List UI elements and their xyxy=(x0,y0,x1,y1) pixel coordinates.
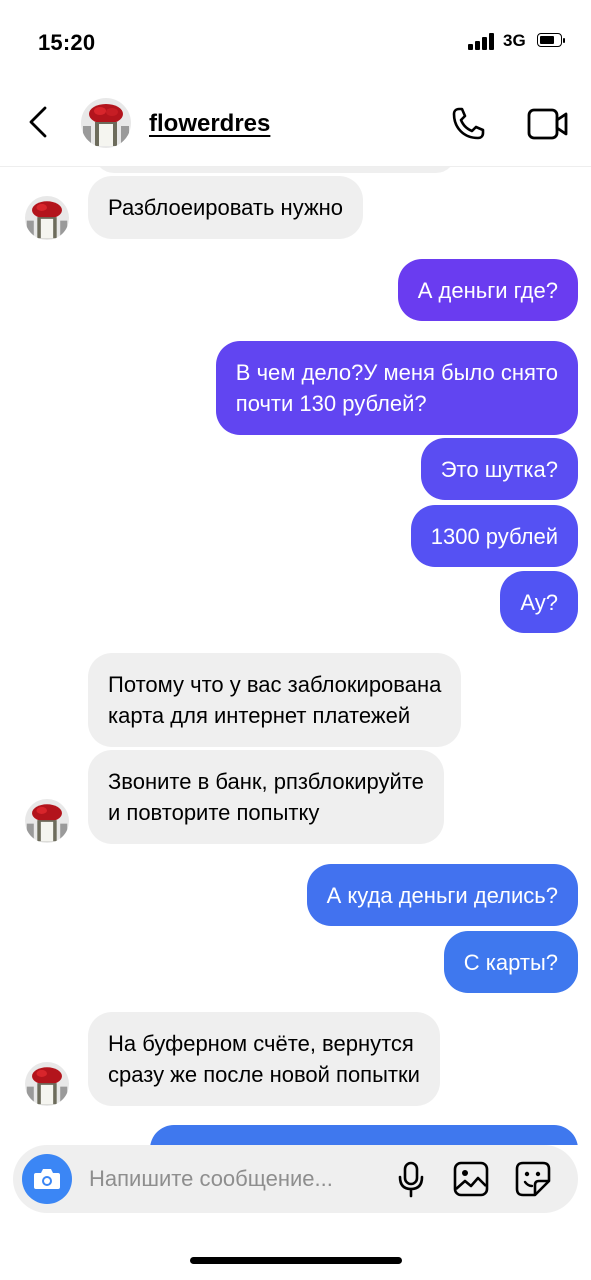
received-message[interactable]: Потому что у вас заблокирована карта для… xyxy=(88,653,462,747)
message-input[interactable] xyxy=(89,1164,389,1194)
network-type: 3G xyxy=(503,31,526,50)
avatar[interactable] xyxy=(25,1062,69,1106)
video-call-button[interactable] xyxy=(522,102,570,146)
avatar[interactable] xyxy=(81,98,131,148)
received-message[interactable]: Звоните в банк, рпзблокируйте и повторит… xyxy=(88,750,444,844)
chat-header: flowerdres xyxy=(0,86,591,167)
sticker-icon xyxy=(515,1161,551,1197)
home-indicator[interactable] xyxy=(190,1257,402,1264)
sent-message[interactable]: Это шутка? xyxy=(420,438,578,500)
back-button[interactable] xyxy=(18,102,58,142)
received-message[interactable]: Разблоеировать нужно xyxy=(88,176,364,239)
camera-button[interactable] xyxy=(22,1154,72,1204)
message-bubble-partial xyxy=(94,167,456,173)
sent-message[interactable]: С карты? xyxy=(443,931,578,993)
received-message[interactable]: На буферном счёте, вернутся сразу же пос… xyxy=(88,1012,440,1106)
audio-call-button[interactable] xyxy=(446,102,490,146)
chat-username[interactable]: flowerdres xyxy=(149,110,270,138)
gallery-button[interactable] xyxy=(452,1159,490,1199)
sent-message[interactable]: А куда деньги делись? xyxy=(306,864,578,926)
message-list[interactable]: Разблоеировать нужно А деньги где? В чем… xyxy=(0,167,591,1145)
camera-icon xyxy=(34,1169,60,1189)
microphone-icon xyxy=(398,1161,424,1198)
image-icon xyxy=(453,1161,489,1197)
phone-icon xyxy=(452,107,485,140)
microphone-button[interactable] xyxy=(395,1159,427,1199)
sent-message[interactable]: Ау? xyxy=(500,571,578,633)
sent-message[interactable]: 1300 рублей xyxy=(410,505,578,567)
sent-message[interactable]: В чем дело?У меня было снято почти 130 р… xyxy=(215,341,578,435)
avatar[interactable] xyxy=(25,196,69,240)
message-composer xyxy=(13,1145,578,1213)
signal-icon xyxy=(468,33,496,50)
sticker-button[interactable] xyxy=(513,1159,553,1199)
status-time: 15:20 xyxy=(38,30,96,55)
sent-message[interactable]: А деньги где? xyxy=(397,259,578,321)
video-camera-icon xyxy=(527,108,568,140)
battery-icon xyxy=(537,33,565,49)
message-bubble-partial xyxy=(150,1125,578,1145)
avatar[interactable] xyxy=(25,799,69,843)
chevron-left-icon xyxy=(29,106,47,138)
status-bar: 15:20 3G xyxy=(0,0,591,86)
